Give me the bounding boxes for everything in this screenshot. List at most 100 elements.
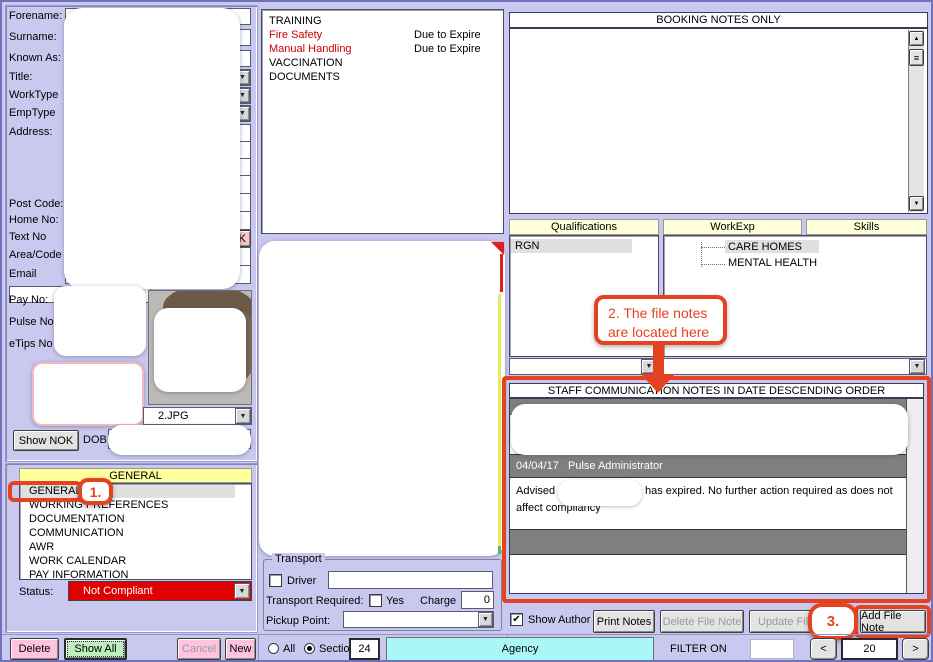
show-author-checkbox[interactable]: ✔: [510, 613, 523, 626]
transport-required-label: Transport Required:: [266, 595, 363, 607]
annotation-step2-callout: 2. The file notes are located here: [594, 295, 727, 345]
show-all-button[interactable]: Show All: [64, 638, 127, 660]
dob-redaction: [108, 425, 251, 455]
pay-numbers-redaction: [54, 286, 146, 356]
annotation-step1-ring: [8, 481, 82, 502]
scroll-down-icon[interactable]: ▼: [909, 196, 924, 211]
staff-notes-title: STAFF COMMUNICATION NOTES IN DATE DESCEN…: [509, 383, 924, 398]
section-item-communication[interactable]: COMMUNICATION: [29, 527, 124, 539]
training-line-fire-safety[interactable]: Fire Safety: [269, 29, 322, 41]
staff-record-window: Forename: Surname: Known As: Title: Work…: [0, 0, 933, 662]
booking-notes-scrollbar[interactable]: ▲ ≡ ▼: [908, 30, 924, 212]
pulse-no-label: Pulse No: [9, 316, 54, 328]
qualification-item-rgn[interactable]: RGN: [515, 240, 539, 252]
bottom-divider: [2, 634, 933, 635]
area-code-label: Area/Code: [9, 249, 62, 261]
staff-notes-scrollbar[interactable]: [906, 399, 923, 593]
show-author-label: Show Author: [528, 614, 590, 626]
agency-banner: Agency: [386, 637, 654, 661]
note-row-2-header[interactable]: 04/04/17 Pulse Administrator: [510, 455, 906, 478]
all-radio-label: All: [283, 643, 295, 655]
note-corner-stripe: [500, 254, 503, 292]
prev-record-button[interactable]: <: [810, 638, 837, 660]
text-no-label: Text No: [9, 231, 46, 243]
training-line-header[interactable]: TRAINING: [269, 15, 322, 27]
tab-workexp[interactable]: WorkExp: [663, 219, 802, 235]
record-count-input[interactable]: 20: [841, 638, 898, 660]
training-line-documents[interactable]: DOCUMENTS: [269, 71, 340, 83]
annotation-step1-bubble: 1.: [78, 478, 113, 505]
qualifications-combo[interactable]: [509, 358, 659, 375]
status-label: Status:: [19, 586, 53, 598]
dob-label: DOB:: [83, 434, 110, 446]
note-row-3-header[interactable]: [510, 530, 906, 555]
yes-label: Yes: [386, 595, 404, 607]
nok-field-redaction: [32, 362, 144, 426]
charge-label: Charge: [420, 595, 456, 607]
section-radio[interactable]: [304, 643, 315, 654]
workexp-item-mental-health[interactable]: MENTAL HEALTH: [728, 257, 817, 269]
scroll-up-icon[interactable]: ▲: [909, 31, 924, 46]
booking-notes-textarea[interactable]: [509, 28, 928, 214]
forename-label: Forename:: [9, 10, 62, 22]
new-button[interactable]: New: [225, 638, 256, 660]
title-label: Title:: [9, 71, 32, 83]
filter-on-label: FILTER ON: [670, 643, 727, 655]
etips-no-label: eTips No: [9, 338, 53, 350]
delete-file-note-button[interactable]: Delete File Note: [660, 610, 744, 633]
scrollbar-thumb[interactable]: ≡: [909, 49, 924, 66]
next-record-button[interactable]: >: [902, 638, 929, 660]
email-label: Email: [9, 268, 37, 280]
charge-input[interactable]: 0: [461, 591, 494, 609]
green-panel-sliver: [498, 546, 501, 554]
transport-legend: Transport: [272, 553, 325, 565]
section-item-pay-information[interactable]: PAY INFORMATION: [29, 569, 128, 581]
photo-file-dropdown-icon[interactable]: ▼: [235, 408, 251, 424]
emptype-label: EmpType: [9, 107, 55, 119]
worktype-label: WorkType: [9, 89, 58, 101]
tree-line-mental-health: [701, 264, 725, 265]
cancel-button[interactable]: Cancel: [177, 638, 221, 660]
home-no-label: Home No:: [9, 214, 59, 226]
print-notes-button[interactable]: Print Notes: [593, 610, 655, 633]
section-item-awr[interactable]: AWR: [29, 541, 54, 553]
training-status-manual-handling: Due to Expire: [414, 43, 481, 55]
status-select[interactable]: Not Compliant: [68, 581, 252, 601]
section-number-input[interactable]: 24: [349, 638, 380, 660]
status-dropdown-icon[interactable]: ▼: [234, 583, 250, 599]
transport-required-checkbox[interactable]: [369, 594, 382, 607]
delete-button[interactable]: Delete: [10, 638, 59, 660]
training-line-manual-handling[interactable]: Manual Handling: [269, 43, 352, 55]
annotation-arrow-head: [641, 374, 675, 393]
note-row-3-body[interactable]: [510, 555, 906, 593]
driver-input[interactable]: [328, 571, 493, 589]
filter-input[interactable]: [750, 639, 794, 659]
tab-skills[interactable]: Skills: [806, 219, 927, 235]
yellow-panel-sliver: [498, 294, 501, 546]
training-line-vaccination[interactable]: VACCINATION: [269, 57, 343, 69]
photo-face-redaction: [154, 308, 246, 392]
skills-combo-dropdown-icon[interactable]: ▼: [909, 359, 925, 374]
known-as-label: Known As:: [9, 52, 61, 64]
note-2-text-end: has expired. No further action required …: [645, 485, 893, 497]
section-item-work-calendar[interactable]: WORK CALENDAR: [29, 555, 126, 567]
postcode-label: Post Code:: [9, 198, 63, 210]
driver-checkbox[interactable]: [269, 574, 282, 587]
skills-combo[interactable]: [663, 358, 927, 375]
pickup-dropdown-icon[interactable]: ▼: [478, 612, 493, 627]
tree-line-care-homes: [701, 247, 725, 248]
driver-label: Driver: [287, 575, 316, 587]
bottom-seam-left: [258, 634, 259, 662]
address-label: Address:: [9, 126, 52, 138]
pickup-point-select[interactable]: [343, 611, 494, 628]
workexp-item-care-homes[interactable]: CARE HOMES: [728, 241, 802, 253]
training-status-fire-safety: Due to Expire: [414, 29, 481, 41]
section-item-documentation[interactable]: DOCUMENTATION: [29, 513, 125, 525]
add-file-note-button[interactable]: Add File Note: [860, 610, 926, 633]
note-2-date: 04/04/17: [516, 460, 559, 472]
personal-details-redaction: [64, 8, 240, 289]
show-nok-button[interactable]: Show NOK: [13, 430, 79, 451]
tab-qualifications[interactable]: Qualifications: [509, 219, 659, 235]
note-2-redaction: [558, 480, 642, 506]
all-radio[interactable]: [268, 643, 279, 654]
